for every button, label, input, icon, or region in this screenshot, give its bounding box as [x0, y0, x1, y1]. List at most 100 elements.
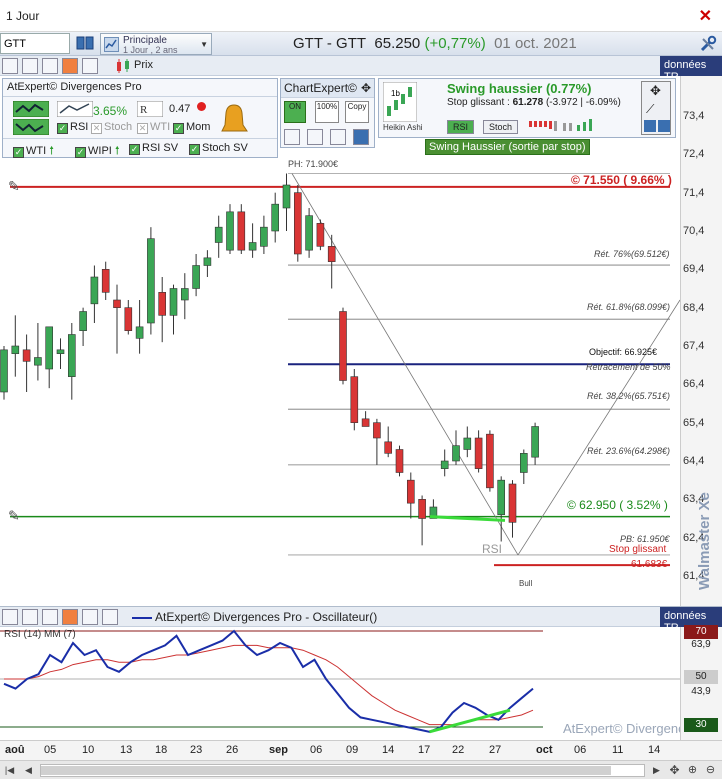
trend-icon[interactable]: [57, 101, 93, 117]
candle: [271, 203, 280, 232]
candle: [192, 265, 200, 289]
divergences-panel: AtExpert© Divergences Pro 3.65% R 0.47 ✓…: [2, 78, 278, 158]
bull-label: Bull: [519, 579, 533, 588]
candle: [440, 460, 449, 469]
scroll-right-icon[interactable]: ▶: [650, 764, 663, 777]
move-icon[interactable]: ✥: [361, 81, 371, 95]
x-tick: 27: [489, 744, 502, 756]
candle: [373, 422, 381, 439]
candle: [282, 184, 291, 209]
drawing-icon[interactable]: [42, 58, 58, 74]
osc-level-lower: 43,9: [691, 686, 711, 697]
check-wti[interactable]: ✕ WTI: [137, 121, 170, 134]
signal-bars-icon: [529, 119, 592, 131]
chart-icon[interactable]: [644, 120, 656, 132]
window-titlebar: 1 Jour ✕: [0, 0, 722, 32]
retracement-236-label: Rét. 23.6%(64.298€): [587, 446, 671, 456]
osc-indicator-icon[interactable]: [22, 609, 38, 625]
osc-drawing-icon[interactable]: [42, 609, 58, 625]
book-icon[interactable]: [76, 35, 94, 51]
candle: [305, 215, 313, 251]
close-icon[interactable]: ✕: [699, 6, 712, 26]
window-icon[interactable]: [82, 58, 98, 74]
resistance-label[interactable]: © 71.550 ( 9.66% ): [571, 173, 672, 187]
zoom-100-button[interactable]: 100%: [315, 101, 339, 123]
ruler-icon[interactable]: ⟋: [646, 102, 654, 117]
candle: [260, 226, 268, 247]
stoch-button[interactable]: Stoch: [483, 120, 519, 134]
stop-value-label: 61.683€: [631, 559, 668, 570]
candle: [406, 479, 415, 504]
candle: [339, 311, 347, 381]
swing-stop: Stop glissant : 61.278 (-3.972 | -6.09%): [447, 97, 621, 108]
y-tick: 64,4: [683, 455, 705, 467]
hammer-icon[interactable]: [284, 129, 300, 145]
check-wipi[interactable]: ✓ WIPI 🠕: [75, 142, 120, 161]
candle: [384, 441, 393, 454]
support-label[interactable]: © 62.950 ( 3.52% ): [567, 498, 668, 512]
oscillator-legend: AtExpert© Divergences Pro - Oscillateur(…: [155, 610, 378, 624]
scroll-left-start-icon[interactable]: |◀: [3, 764, 16, 777]
candle: [226, 211, 234, 251]
pencil-icon[interactable]: [307, 129, 323, 145]
peak-label: PH: 71.900€: [288, 159, 339, 169]
ticker-input[interactable]: [0, 33, 70, 54]
horizontal-scrollbar[interactable]: |◀ ◀ ▶ ✥ ⊕ ⊖: [0, 760, 722, 779]
signal-icon[interactable]: [13, 101, 49, 117]
candle: [203, 257, 212, 266]
check-rsi-sv[interactable]: ✓ RSI SV: [129, 142, 178, 155]
copy-button[interactable]: Copy: [345, 101, 369, 123]
y-tick: 66,4: [683, 378, 705, 391]
crosshair-icon[interactable]: ✥: [650, 83, 661, 99]
candle: [169, 288, 178, 316]
osc-ap-icon[interactable]: [62, 609, 78, 625]
chartexpert-title: ChartExpert© ✥: [281, 79, 374, 98]
check-stoch-sv[interactable]: ✓ Stoch SV: [189, 142, 248, 155]
heikin-ashi-icon[interactable]: 1b: [383, 82, 417, 122]
on-toggle[interactable]: ON: [284, 101, 306, 123]
indicator-icon[interactable]: [22, 58, 38, 74]
zoom-in-icon[interactable]: ⊕: [686, 764, 699, 777]
scroll-thumb[interactable]: [41, 766, 611, 775]
last-price: 65.250: [374, 35, 421, 52]
price-change: (+0,77%): [424, 35, 486, 52]
check-wti-arrow[interactable]: ✓ WTI 🠕: [13, 142, 54, 161]
y-tick: 72,4: [683, 148, 705, 161]
candle: [113, 299, 121, 308]
swing-title: Swing haussier (0.77%): [447, 81, 592, 96]
candle: [418, 499, 426, 519]
candle: [237, 211, 246, 251]
osc-wrench-icon[interactable]: [2, 609, 18, 625]
objective-label: Objectif: 66.925€: [589, 347, 658, 357]
osc-window-icon[interactable]: [82, 609, 98, 625]
scroll-left-icon[interactable]: ◀: [22, 764, 35, 777]
candle: [56, 349, 65, 354]
pencil-marker-bottom: ✎: [8, 508, 20, 524]
wrench-icon[interactable]: [2, 58, 18, 74]
candle: [248, 242, 257, 251]
settings-icon[interactable]: [658, 120, 670, 132]
zoom-out-icon[interactable]: ⊖: [704, 764, 717, 777]
bell-icon[interactable]: [217, 101, 251, 135]
osc-close-icon[interactable]: [102, 609, 118, 625]
candle: [181, 288, 189, 301]
candlestick-icon[interactable]: [114, 58, 132, 74]
check-rsi[interactable]: ✓ RSI: [57, 121, 88, 134]
x-tick: 17: [418, 744, 431, 756]
crosshair-mode-icon[interactable]: ✥: [668, 764, 681, 777]
rsi-label: RSI (14) MM (7): [4, 629, 76, 640]
tools-icon[interactable]: [699, 35, 717, 53]
rsi-button[interactable]: RSI: [447, 120, 475, 134]
check-mom[interactable]: ✓ Mom: [173, 121, 210, 134]
check-stoch[interactable]: ✕ Stoch: [91, 121, 132, 134]
layout-select[interactable]: Principale 1 Jour , 2 ans ▼: [100, 33, 212, 55]
osc-data-source-label: données TR: [660, 607, 722, 634]
signal-down-icon[interactable]: [13, 119, 49, 135]
ap-icon[interactable]: [62, 58, 78, 74]
info-icon[interactable]: [353, 129, 369, 145]
scroll-track[interactable]: [40, 764, 645, 777]
x-tick: aoû: [5, 744, 25, 756]
candle: [22, 349, 31, 362]
palette-icon[interactable]: [330, 129, 346, 145]
candle: [147, 238, 155, 324]
